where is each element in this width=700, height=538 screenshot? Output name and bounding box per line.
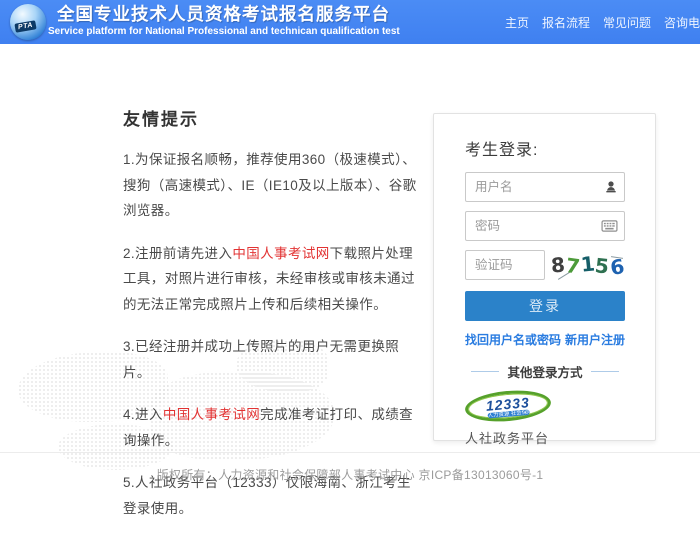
page-title: 全国专业技术人员资格考试报名服务平台 <box>57 3 400 25</box>
login-links: 找回用户名或密码 新用户注册 <box>465 331 625 348</box>
keyboard-icon <box>601 220 618 233</box>
copyright-text: 版权所有：人力资源和社会保障部人事考试中心 京ICP备13013060号-1 <box>157 466 544 483</box>
tip-item-2: 2.注册前请先进入中国人事考试网下载照片处理工具，对照片进行审核，未经审核或审核… <box>123 241 417 318</box>
nav-item-home[interactable]: 主页 <box>505 14 529 31</box>
tip-item-1: 1.为保证报名顺畅，推荐使用360（极速模式）、搜狗（高速模式）、IE（IE10… <box>123 147 417 224</box>
tip-text: 3.已经注册并成功上传照片的用户无需更换照片。 <box>123 339 399 380</box>
captcha-row: 87156 <box>465 250 625 280</box>
nav-item-faq[interactable]: 常见问题 <box>603 14 651 31</box>
forgot-username-password-link[interactable]: 找回用户名或密码 <box>465 331 561 348</box>
username-input[interactable] <box>465 172 625 202</box>
person-icon <box>604 180 618 194</box>
tip-text: 1.为保证报名顺畅，推荐使用360（极速模式）、搜狗（高速模式）、IE（IE10… <box>123 152 417 218</box>
header: PTA 全国专业技术人员资格考试报名服务平台 Service platform … <box>0 0 700 44</box>
header-nav: 主页 报名流程 常见问题 咨询电话 <box>505 0 700 44</box>
password-field <box>465 211 625 241</box>
tip-text: 4.进入 <box>123 407 163 422</box>
other-login-divider: 其他登录方式 <box>465 362 625 381</box>
username-field <box>465 172 625 202</box>
nav-item-phone[interactable]: 咨询电话 <box>664 14 700 31</box>
tips-heading: 友情提示 <box>123 108 417 132</box>
login-button[interactable]: 登录 <box>465 291 625 321</box>
login-panel: 考生登录: 87156 登录 找回用户名或密码 新用户注册 其他登录方式 123… <box>433 113 656 441</box>
nav-item-registration-process[interactable]: 报名流程 <box>542 14 590 31</box>
gov-12333-logo[interactable]: 12333 人力资源 社会保障 <box>465 391 555 421</box>
site-logo-icon: PTA <box>10 4 46 40</box>
footer: 版权所有：人力资源和社会保障部人事考试中心 京ICP备13013060号-1 <box>0 452 700 491</box>
captcha-input[interactable] <box>465 250 545 280</box>
gov-12333-logo-icon: 12333 人力资源 社会保障 <box>464 387 552 424</box>
title-block: 全国专业技术人员资格考试报名服务平台 Service platform for … <box>46 3 400 38</box>
gov-platform-label: 人社政务平台 <box>465 428 625 447</box>
cpta-site-link[interactable]: 中国人事考试网 <box>163 407 260 422</box>
tip-item-4: 4.进入中国人事考试网完成准考证打印、成绩查询操作。 <box>123 402 417 453</box>
page-subtitle: Service platform for National Profession… <box>48 25 400 38</box>
captcha-image[interactable]: 87156 <box>551 250 625 280</box>
captcha-field <box>465 250 545 280</box>
divider-line <box>591 371 619 372</box>
other-login-label: 其他登录方式 <box>507 362 582 381</box>
new-user-register-link[interactable]: 新用户注册 <box>565 331 625 348</box>
divider-line <box>471 371 499 372</box>
login-heading: 考生登录: <box>465 136 625 160</box>
tip-text: 2.注册前请先进入 <box>123 246 232 261</box>
site-logo-text: PTA <box>14 20 36 33</box>
tip-item-3: 3.已经注册并成功上传照片的用户无需更换照片。 <box>123 334 417 385</box>
cpta-site-link[interactable]: 中国人事考试网 <box>232 246 329 261</box>
